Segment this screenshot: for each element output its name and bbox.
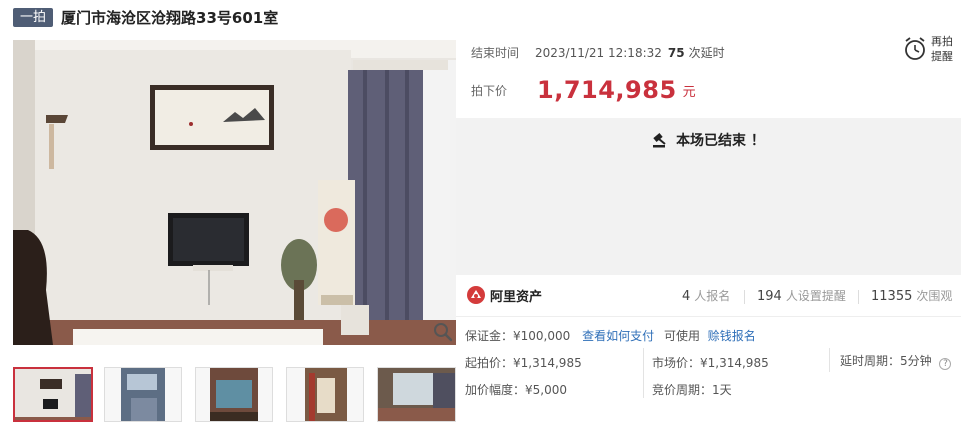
usable-label: 可使用: [663, 329, 700, 343]
zoom-icon[interactable]: [432, 321, 454, 343]
signup-count: 4: [682, 289, 691, 304]
market-price: 市场价：¥1,314,985: [652, 356, 769, 370]
title-row: 一拍 厦门市海沧区沧翔路33号601室: [13, 5, 278, 29]
price-row: 拍下价 1,714,985 元: [471, 76, 696, 104]
auction-type-tag: 一拍: [13, 7, 54, 27]
ali-assets-icon: [467, 286, 485, 304]
divider: [858, 290, 859, 304]
ali-assets-logo: 阿里资产: [466, 285, 542, 305]
ended-message: 本场已结束 ！: [456, 130, 961, 150]
ended-box: 本场已结束 ！: [456, 118, 961, 275]
how-to-pay-link[interactable]: 查看如何支付: [582, 329, 654, 343]
signup-stat: 4 人报名: [682, 287, 730, 304]
thumbnail[interactable]: [286, 367, 364, 422]
delay-cycle: 延时周期：5分钟: [840, 354, 932, 368]
main-photo[interactable]: [13, 40, 456, 345]
ali-assets-text: 阿里资产: [490, 289, 543, 305]
credit-signup-link[interactable]: 赊钱报名: [708, 329, 756, 343]
divider: [744, 290, 745, 304]
divider: [829, 348, 830, 372]
auction-panel: 结束时间 2023/11/21 12:18:32 75 次延时 再拍提醒 拍下价…: [456, 30, 961, 429]
deposit-row: 保证金：¥100,000 查看如何支付 可使用 赊钱报名: [465, 327, 756, 344]
start-price: 起拍价：¥1,314,985: [465, 356, 582, 370]
gavel-icon: [653, 133, 666, 148]
reminder-count: 194: [757, 289, 782, 304]
help-icon[interactable]: ?: [939, 358, 952, 370]
alarm-clock-icon: [905, 37, 925, 60]
ended-text: 本场已结束 ！: [676, 133, 765, 149]
bid-cycle: 竞价周期：1天: [652, 383, 732, 397]
divider: [643, 348, 644, 398]
thumbnail-strip: [13, 367, 456, 422]
deposit: 保证金：¥100,000: [465, 329, 571, 343]
remind-button[interactable]: 再拍提醒: [903, 34, 957, 64]
stats-row: 阿里资产 4 人报名 194 人设置提醒 11355 次围观: [456, 277, 961, 317]
reminder-stat: 194 人设置提醒: [757, 287, 846, 304]
remind-label: 再拍提醒: [931, 35, 953, 63]
price-unit: 元: [682, 84, 696, 100]
final-price: 1,714,985: [537, 76, 677, 104]
end-time-row: 结束时间 2023/11/21 12:18:32 75 次延时: [471, 44, 725, 61]
thumbnail[interactable]: [377, 367, 456, 422]
room-photo: [13, 40, 456, 345]
end-time-value: 2023/11/21 12:18:32: [535, 46, 662, 60]
reminder-label: 人设置提醒: [785, 289, 846, 303]
delay-text: 次延时: [688, 46, 725, 60]
view-count: 11355: [871, 289, 913, 304]
view-label: 次围观: [916, 289, 953, 303]
page-title: 厦门市海沧区沧翔路33号601室: [61, 8, 279, 27]
delay-cycle-row: 延时周期：5分钟 ?: [840, 352, 952, 370]
price-label: 拍下价: [471, 83, 508, 98]
thumbnail[interactable]: [104, 367, 182, 422]
thumbnail[interactable]: [195, 367, 273, 422]
thumbnail[interactable]: [13, 367, 93, 422]
increment: 加价幅度：¥5,000: [465, 383, 567, 397]
signup-label: 人报名: [694, 289, 731, 303]
end-time-label: 结束时间: [471, 46, 520, 60]
delay-count: 75: [667, 46, 685, 60]
view-stat: 11355 次围观: [871, 287, 952, 304]
